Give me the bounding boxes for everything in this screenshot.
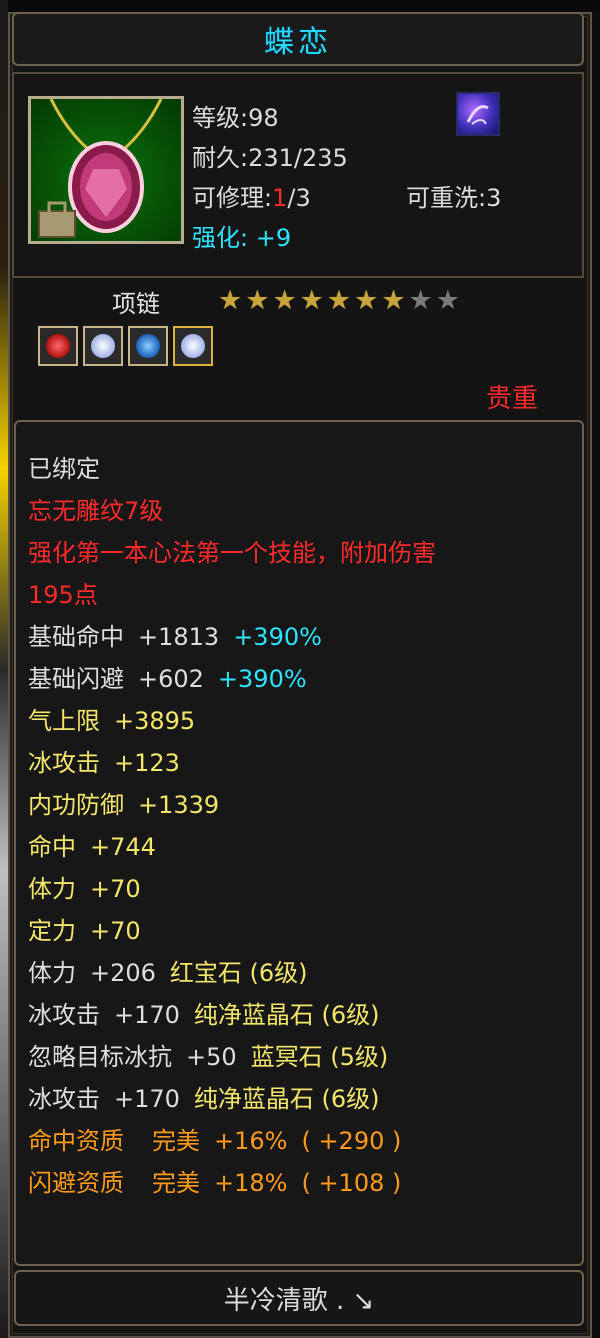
stat-value: +70 (90, 917, 141, 945)
durability-text: 耐久:231/235 (192, 144, 348, 172)
star-rating: ★ ★ ★ ★ ★ ★ ★ ★ ★ (218, 286, 460, 316)
stat-label: 命中 (28, 833, 76, 861)
background-strip (0, 0, 8, 1338)
rarity-badge-icon (456, 92, 500, 136)
stat-value: +206 (90, 959, 156, 987)
gem-slot[interactable] (83, 326, 123, 366)
stat-value: +744 (90, 833, 156, 861)
enhance-value: +9 (255, 224, 292, 252)
owner-bar: 半冷清歌 . ↘ (14, 1270, 584, 1326)
stat-value: +70 (90, 875, 141, 903)
repair-used: 1 (272, 184, 288, 212)
aptitude-percent: +18% (214, 1169, 288, 1197)
repair-total: /3 (287, 184, 311, 212)
star-icon: ★ (299, 285, 324, 316)
star-icon: ★ (326, 285, 352, 316)
gem-slots (38, 326, 213, 366)
rewash-count: 可重洗:3 (406, 184, 502, 212)
repair-label: 可修理: (192, 184, 273, 212)
level-text: 等级:98 (192, 104, 279, 132)
gem-slot[interactable] (38, 326, 78, 366)
stat-row: 定力 +70 (28, 910, 436, 952)
star-icon: ★ (354, 285, 379, 316)
white-gem-icon (91, 334, 115, 358)
stat-label: 内功防御 (28, 791, 124, 819)
stat-label: 体力 (28, 959, 76, 987)
skill-bonus-value: 195点 (28, 581, 98, 609)
stat-value: +170 (114, 1085, 180, 1113)
top-edge (0, 0, 600, 12)
stat-row: 命中 +744 (28, 826, 436, 868)
stat-label: 忽略目标冰抗 (28, 1043, 172, 1071)
stat-label: 定力 (28, 917, 76, 945)
stat-label: 冰攻击 (28, 1001, 100, 1029)
stat-row: 体力 +70 (28, 868, 436, 910)
rarity-label: 贵重 (486, 384, 539, 414)
enhance-level: 强化: +9 (192, 218, 291, 253)
gem-slot[interactable] (173, 326, 213, 366)
star-icon: ★ (272, 285, 297, 316)
base-hit-row: 基础命中 +1813 +390% (28, 616, 436, 658)
title-bar: 蝶恋 (12, 12, 584, 66)
stat-row: 内功防御 +1339 (28, 784, 436, 826)
stat-value: +1339 (138, 791, 220, 819)
stat-label: 气上限 (28, 707, 100, 735)
stat-percent: +390% (217, 665, 307, 693)
aptitude-label: 闪避资质 (28, 1169, 124, 1197)
owner-name: 半冷清歌 . ↘ (223, 1285, 375, 1316)
stat-label: 基础命中 (28, 623, 124, 651)
gem-stat-row: 忽略目标冰抗 +50 蓝冥石 (5级) (28, 1036, 436, 1078)
item-name: 蝶恋 (264, 25, 332, 60)
stat-row: 冰攻击 +123 (28, 742, 436, 784)
aptitude-row: 闪避资质 完美 +18% ( +108 ) (28, 1162, 436, 1204)
star-icon: ★ (245, 285, 270, 316)
gem-slot[interactable] (128, 326, 168, 366)
gem-stat-row: 冰攻击 +170 纯净蓝晶石 (6级) (28, 1078, 436, 1120)
blue-gem-icon (136, 334, 160, 358)
aptitude-bonus: ( +290 ) (301, 1127, 402, 1155)
stat-label: 冰攻击 (28, 1085, 100, 1113)
skill-bonus-text: 强化第一本心法第一个技能，附加伤害 (28, 539, 436, 567)
star-icon: ★ (381, 285, 406, 316)
stat-percent: +390% (233, 623, 322, 651)
base-dodge-row: 基础闪避 +602 +390% (28, 658, 436, 700)
engrave-text: 忘无雕纹7级 (28, 497, 164, 525)
aptitude-percent: +16% (214, 1127, 288, 1155)
white-gem-icon (181, 334, 205, 358)
bound-status: 已绑定 (28, 455, 100, 483)
stat-row: 气上限 +3895 (28, 700, 436, 742)
star-empty-icon: ★ (408, 285, 433, 316)
gem-source: 红宝石 (6级) (169, 959, 308, 987)
attribute-list: 已绑定 忘无雕纹7级 强化第一本心法第一个技能，附加伤害 195点 基础命中 +1… (28, 448, 436, 1204)
aptitude-bonus: ( +108 ) (301, 1169, 402, 1197)
stat-label: 冰攻击 (28, 749, 100, 777)
aptitude-grade: 完美 (152, 1169, 200, 1197)
gem-stat-row: 冰攻击 +170 纯净蓝晶石 (6级) (28, 994, 436, 1036)
stat-value: +602 (138, 665, 204, 693)
star-icon: ★ (218, 285, 243, 316)
stat-value: +3895 (114, 707, 196, 735)
stat-label: 体力 (28, 875, 76, 903)
aptitude-grade: 完美 (152, 1127, 200, 1155)
item-type: 项链 (112, 290, 160, 318)
gem-stat-row: 体力 +206 红宝石 (6级) (28, 952, 436, 994)
aptitude-label: 命中资质 (28, 1127, 124, 1155)
stat-label: 基础闪避 (28, 665, 124, 693)
stat-value: +1813 (138, 623, 220, 651)
gem-source: 纯净蓝晶石 (6级) (193, 1085, 380, 1113)
stat-value: +50 (186, 1043, 237, 1071)
gem-source: 蓝冥石 (5级) (250, 1043, 389, 1071)
red-gem-icon (46, 334, 70, 358)
star-empty-icon: ★ (435, 285, 460, 316)
necklace-icon (28, 96, 184, 244)
gem-source: 纯净蓝晶石 (6级) (193, 1001, 380, 1029)
aptitude-row: 命中资质 完美 +16% ( +290 ) (28, 1120, 436, 1162)
repair-count: 可修理:1/3 (192, 178, 311, 213)
stat-value: +123 (114, 749, 180, 777)
stat-value: +170 (114, 1001, 180, 1029)
enhance-label: 强化: (192, 224, 249, 252)
